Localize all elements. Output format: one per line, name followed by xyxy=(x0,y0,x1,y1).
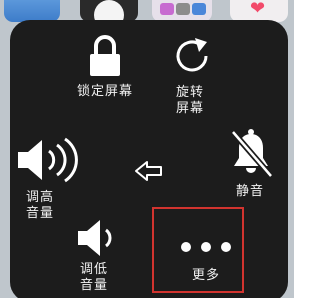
volume-up-label-line1: 调高 xyxy=(25,190,54,205)
rotate-screen-label-line2: 屏幕 xyxy=(175,101,204,116)
mute-button[interactable]: 静音 xyxy=(220,126,280,206)
speaker-quiet-icon xyxy=(78,220,112,256)
lock-screen-button[interactable]: 锁定屏幕 xyxy=(65,32,145,107)
mini-app-icon xyxy=(160,3,174,15)
folder-app-icon[interactable] xyxy=(152,0,212,22)
health-app-icon[interactable]: ❤ xyxy=(230,0,288,22)
rotate-screen-label-line1: 旋转 xyxy=(175,85,204,100)
mini-app-icon xyxy=(192,3,206,15)
back-button[interactable] xyxy=(134,160,164,182)
heart-icon: ❤ xyxy=(250,0,266,19)
volume-down-label-line1: 调低 xyxy=(79,262,108,277)
mute-label: 静音 xyxy=(235,184,264,199)
rotate-icon xyxy=(176,38,208,72)
rotate-screen-button[interactable]: 旋转 屏幕 xyxy=(160,30,220,120)
volume-down-button[interactable]: 调低 音量 xyxy=(68,216,138,298)
speaker-loud-icon xyxy=(18,137,78,183)
home-app-icon[interactable] xyxy=(4,0,60,22)
clock-app-icon[interactable] xyxy=(80,0,138,30)
bell-mute-icon xyxy=(230,129,274,178)
highlight-box xyxy=(152,207,244,293)
lock-icon xyxy=(90,35,120,76)
back-arrow-icon xyxy=(135,161,162,181)
volume-down-label-line2: 音量 xyxy=(79,278,108,293)
mini-app-icon xyxy=(176,3,190,15)
assistive-touch-panel: 锁定屏幕 旋转 屏幕 调高 音量 静音 调低 音量 更多 xyxy=(10,20,288,298)
screen: ❤ 锁定屏幕 旋转 屏幕 调高 音量 静音 调低 音量 更多 xyxy=(0,0,294,298)
lock-screen-label: 锁定屏幕 xyxy=(76,84,133,99)
volume-up-label-line2: 音量 xyxy=(25,206,54,221)
